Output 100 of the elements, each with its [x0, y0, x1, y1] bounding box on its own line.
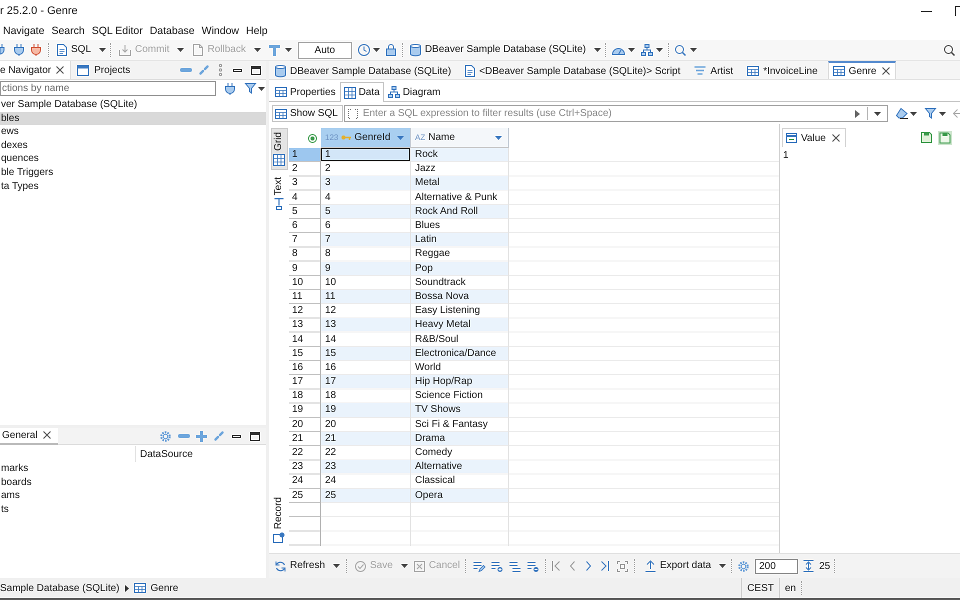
table-cell[interactable]: Soundtrack [411, 276, 508, 289]
caret-icon[interactable] [656, 48, 664, 52]
link-icon[interactable] [199, 65, 209, 75]
breadcrumb-item[interactable]: Genre [150, 582, 178, 594]
table-cell[interactable]: 5 [321, 204, 410, 218]
row-number[interactable]: 20 [289, 418, 320, 431]
table-cell[interactable]: Alternative [411, 460, 508, 474]
panel-tab[interactable]: Projects [71, 61, 136, 79]
caret-icon[interactable] [910, 112, 917, 116]
row-number[interactable]: 21 [289, 432, 320, 445]
editor-tab[interactable]: Genre [828, 61, 896, 79]
table-cell[interactable]: 8 [321, 247, 410, 260]
view-tab[interactable]: Grid [270, 128, 288, 170]
table-cell[interactable]: R&B/Soul [411, 332, 508, 346]
row-number[interactable]: 2 [289, 162, 320, 176]
refresh-button[interactable]: Refresh [275, 560, 326, 572]
caret-icon[interactable] [99, 48, 106, 52]
breadcrumb-item[interactable]: Sample Database (SQLite) [0, 582, 120, 594]
filter-field[interactable]: ctions by name [0, 81, 216, 96]
kebab-menu-icon[interactable] [219, 64, 222, 76]
maximize-icon[interactable] [955, 6, 960, 16]
editor-tab[interactable]: DBeaver Sample Database (SQLite) [271, 61, 462, 79]
row-number[interactable]: 24 [289, 474, 320, 488]
row-number[interactable]: 5 [289, 204, 320, 218]
eraser-icon[interactable] [896, 108, 908, 119]
arrow-left-icon[interactable] [952, 109, 960, 118]
caret-icon[interactable] [177, 48, 184, 52]
plus-icon[interactable] [196, 430, 207, 442]
caret-icon[interactable] [594, 48, 602, 52]
plug-icon[interactable] [14, 44, 24, 56]
chevron-left-icon[interactable] [570, 561, 575, 571]
table-cell[interactable]: Reggae [411, 247, 508, 260]
gear-icon[interactable] [738, 560, 750, 572]
caret-icon[interactable] [400, 564, 408, 568]
save-icon[interactable] [921, 132, 932, 143]
row-number[interactable]: 11 [289, 290, 320, 304]
maximize-icon[interactable] [251, 66, 261, 74]
editor-tab[interactable]: <DBeaver Sample Database (SQLite)> Script [461, 61, 690, 79]
table-cell[interactable]: 18 [321, 389, 410, 402]
minimize-icon[interactable] [232, 434, 241, 438]
menu-item[interactable]: SQL Editor [92, 25, 143, 37]
last-icon[interactable] [600, 561, 609, 571]
table-cell[interactable]: Science Fiction [411, 389, 508, 402]
table-cell[interactable]: 22 [321, 446, 410, 460]
edit-lines-icon[interactable] [472, 560, 485, 572]
row-number[interactable]: 1 [289, 148, 320, 162]
sub-tab[interactable]: Properties [271, 82, 340, 101]
arrow-bar-icon[interactable] [803, 560, 814, 572]
connection-selector[interactable]: DBeaver Sample Database (SQLite) [410, 44, 586, 56]
table-cell[interactable]: 1 [321, 148, 410, 162]
table-cell[interactable]: Metal [411, 176, 508, 190]
close-icon[interactable] [832, 134, 840, 142]
gear-icon[interactable] [160, 430, 171, 442]
caret-icon[interactable] [719, 564, 726, 568]
row-number[interactable]: 22 [289, 446, 320, 460]
row-number[interactable]: 6 [289, 218, 320, 232]
table-cell[interactable]: 20 [321, 418, 410, 431]
list-item[interactable]: ams [0, 489, 266, 502]
minimize-icon[interactable] [921, 10, 932, 12]
frame-icon[interactable] [616, 560, 628, 572]
table-cell[interactable]: Bossa Nova [411, 290, 508, 304]
table-cell[interactable]: 13 [321, 318, 410, 332]
list-item[interactable]: boards [0, 476, 266, 489]
chevron-right-icon[interactable] [586, 561, 591, 571]
table-cell[interactable]: 23 [321, 460, 410, 474]
remove-line-icon[interactable] [526, 560, 539, 572]
filter-icon[interactable] [924, 108, 936, 119]
t-shape-icon[interactable] [268, 44, 280, 56]
table-cell[interactable]: 15 [321, 346, 410, 360]
sub-tab[interactable]: Data [340, 82, 384, 102]
table-cell[interactable]: Opera [411, 488, 508, 502]
gauge-icon[interactable] [612, 46, 626, 54]
caret-icon[interactable] [628, 48, 636, 52]
row-number[interactable]: 14 [289, 332, 320, 346]
sql-button[interactable]: SQL [57, 44, 92, 56]
table-cell[interactable]: 6 [321, 218, 410, 232]
plug-icon[interactable] [0, 44, 6, 56]
editor-tab[interactable]: *InvoiceLine [743, 61, 828, 79]
table-cell[interactable]: Jazz [411, 162, 508, 176]
tree-item[interactable]: ta Types [0, 180, 266, 194]
table-cell[interactable]: 12 [321, 304, 410, 318]
view-tab[interactable]: Text [270, 172, 288, 214]
table-cell[interactable]: Latin [411, 233, 508, 246]
table-cell[interactable]: 19 [321, 403, 410, 417]
tree-item[interactable]: ews [0, 125, 266, 139]
export-button[interactable]: Export data [644, 560, 712, 572]
mode-field[interactable]: Auto [298, 42, 352, 58]
target-icon[interactable] [308, 134, 317, 142]
menu-item[interactable]: Database [150, 25, 195, 37]
caret-icon[interactable] [495, 136, 502, 140]
first-icon[interactable] [552, 561, 560, 571]
row-number[interactable]: 10 [289, 276, 320, 289]
table-cell[interactable]: 3 [321, 176, 410, 190]
link-icon[interactable] [214, 431, 224, 441]
table-cell[interactable]: 11 [321, 290, 410, 304]
row-number[interactable]: 7 [289, 233, 320, 246]
menu-item[interactable]: Search [51, 25, 85, 37]
editor-tab[interactable]: Artist [690, 61, 744, 79]
menu-item[interactable]: Help [246, 25, 268, 37]
close-icon[interactable] [42, 431, 51, 439]
